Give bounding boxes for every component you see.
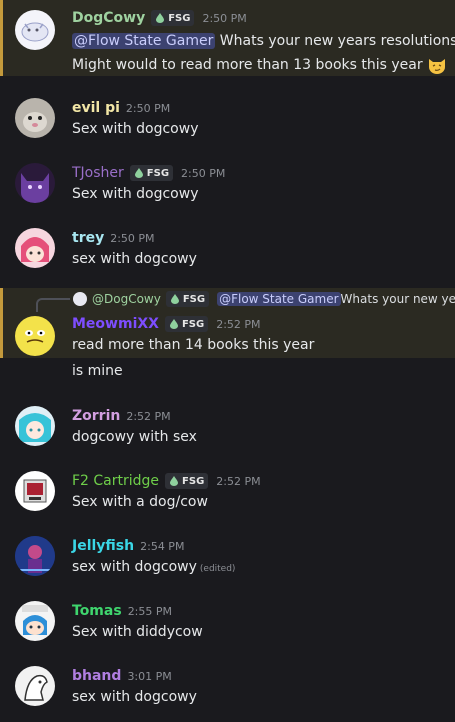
message-content: @Flow State Gamer Whats your new years r… bbox=[72, 33, 455, 49]
avatar-evil-pi[interactable] bbox=[15, 98, 55, 138]
timestamp: 2:50 PM bbox=[110, 231, 155, 245]
message-content: Sex with dogcowy bbox=[72, 186, 199, 202]
fsg-badge[interactable]: FSG bbox=[129, 165, 174, 181]
edited-tag: (edited) bbox=[199, 564, 236, 574]
message-bhand[interactable]: bhand 3:01 PM sex with dogcowy bbox=[0, 666, 455, 716]
flame-drop-icon bbox=[170, 476, 179, 486]
fsg-badge[interactable]: FSG bbox=[165, 473, 209, 489]
timestamp: 2:52 PM bbox=[216, 474, 261, 488]
timestamp: 3:01 PM bbox=[127, 669, 172, 683]
username[interactable]: Tomas bbox=[72, 603, 122, 619]
username[interactable]: DogCowy bbox=[72, 10, 145, 26]
message-trey[interactable]: trey 2:50 PM sex with dogcowy bbox=[0, 226, 455, 276]
message-dogcowy[interactable]: DogCowy FSG 2:50 PM @Flow State Gamer Wh… bbox=[0, 0, 455, 76]
avatar-bhand[interactable] bbox=[15, 666, 55, 706]
message-content: sex with dogcowy bbox=[72, 689, 197, 705]
flame-drop-icon bbox=[170, 294, 179, 304]
username[interactable]: MeowmiXX bbox=[72, 316, 159, 332]
username[interactable]: F2 Cartridge bbox=[72, 473, 159, 489]
message-content: sex with dogcowy (edited) bbox=[72, 559, 236, 575]
reply-connector bbox=[36, 298, 70, 312]
reply-mention: @Flow State Gamer bbox=[217, 292, 341, 306]
message-evil-pi[interactable]: evil pi 2:50 PM Sex with dogcowy bbox=[0, 96, 455, 146]
timestamp: 2:50 PM bbox=[125, 101, 171, 115]
timestamp: 2:55 PM bbox=[127, 604, 173, 618]
flame-drop-icon bbox=[134, 168, 143, 178]
timestamp: 2:50 PM bbox=[202, 11, 247, 25]
message-content: Sex with a dog/cow bbox=[72, 494, 208, 510]
username[interactable]: Jellyfish bbox=[72, 538, 134, 554]
user-mention[interactable]: @Flow State Gamer bbox=[72, 33, 216, 49]
avatar-tjosher[interactable] bbox=[15, 163, 55, 203]
message-content: Might would to read more than 13 books t… bbox=[72, 55, 447, 75]
message-content-continued: is mine bbox=[72, 363, 123, 379]
reply-username[interactable]: @DogCowy bbox=[92, 292, 161, 306]
message-tjosher[interactable]: TJosher FSG 2:50 PM Sex with dogcowy bbox=[0, 161, 455, 211]
avatar-f2-cartridge[interactable] bbox=[15, 471, 55, 511]
message-zorrin[interactable]: Zorrin 2:52 PM dogcowy with sex bbox=[0, 406, 455, 456]
username[interactable]: TJosher bbox=[72, 165, 124, 181]
message-meowmixx[interactable]: @DogCowy FSG @Flow State Gamer Whats you… bbox=[0, 288, 455, 358]
avatar-meowmixx[interactable] bbox=[15, 316, 55, 356]
smirk-cat-emoji bbox=[429, 59, 446, 74]
timestamp: 2:50 PM bbox=[181, 166, 226, 180]
timestamp: 2:54 PM bbox=[140, 539, 185, 553]
avatar-jellyfish[interactable] bbox=[15, 536, 55, 576]
flame-drop-icon bbox=[156, 13, 165, 23]
fsg-badge[interactable]: FSG bbox=[164, 316, 209, 332]
message-content: Sex with dogcowy bbox=[72, 121, 199, 137]
avatar-dogcowy[interactable] bbox=[15, 10, 55, 50]
fsg-badge[interactable]: FSG bbox=[151, 10, 195, 26]
username[interactable]: bhand bbox=[72, 668, 121, 684]
flame-drop-icon bbox=[169, 319, 178, 329]
username[interactable]: Zorrin bbox=[72, 408, 120, 424]
reply-avatar bbox=[73, 292, 87, 306]
message-jellyfish[interactable]: Jellyfish 2:54 PM sex with dogcowy (edite… bbox=[0, 536, 455, 586]
reply-text: Whats your new yea bbox=[340, 292, 455, 306]
timestamp: 2:52 PM bbox=[126, 409, 171, 423]
message-content: sex with dogcowy bbox=[72, 251, 197, 267]
fsg-badge: FSG bbox=[165, 291, 210, 307]
avatar-trey[interactable] bbox=[15, 228, 55, 268]
avatar-tomas[interactable] bbox=[15, 601, 55, 641]
timestamp: 2:52 PM bbox=[216, 317, 261, 331]
username[interactable]: evil pi bbox=[72, 100, 120, 116]
message-content: read more than 14 books this year bbox=[72, 337, 315, 353]
avatar-zorrin[interactable] bbox=[15, 406, 55, 446]
reply-preview[interactable]: @DogCowy FSG @Flow State Gamer Whats you… bbox=[73, 291, 455, 307]
message-content: Sex with diddycow bbox=[72, 624, 203, 640]
message-content: dogcowy with sex bbox=[72, 429, 197, 445]
username[interactable]: trey bbox=[72, 230, 104, 246]
message-f2-cartridge[interactable]: F2 Cartridge FSG 2:52 PM Sex with a dog/… bbox=[0, 471, 455, 521]
message-tomas[interactable]: Tomas 2:55 PM Sex with diddycow bbox=[0, 601, 455, 651]
